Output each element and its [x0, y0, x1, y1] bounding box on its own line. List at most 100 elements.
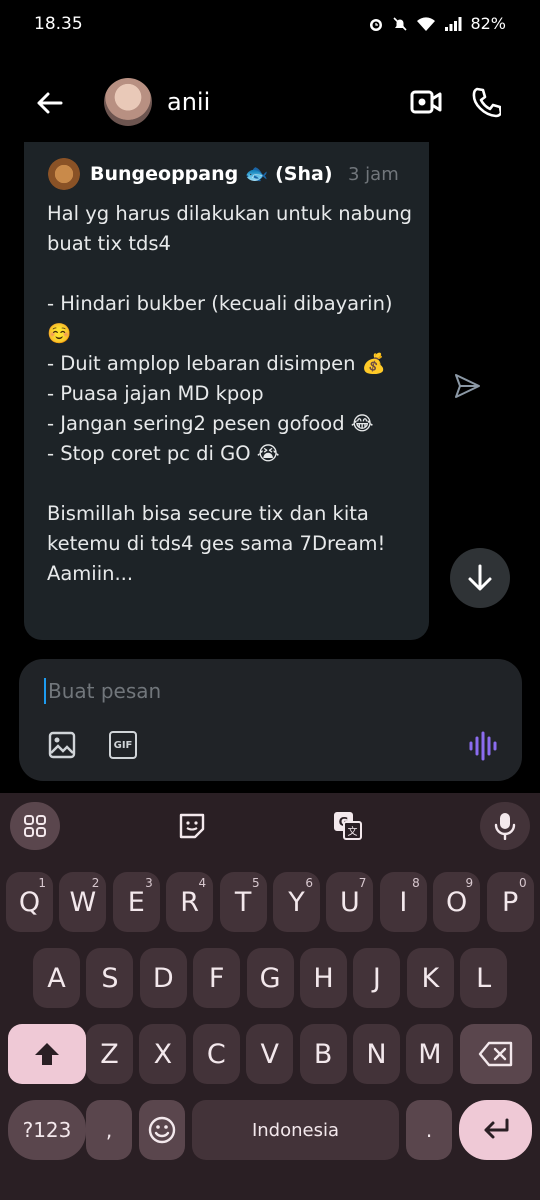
key-n[interactable]: N	[353, 1024, 400, 1084]
key-o[interactable]: O9	[433, 872, 481, 932]
key-label: P	[501, 886, 519, 918]
enter-icon	[484, 1118, 508, 1139]
back-arrow-icon[interactable]	[34, 88, 64, 122]
status-icons: 82%	[368, 14, 506, 33]
key-g[interactable]: G	[246, 948, 294, 1008]
share-send-icon[interactable]	[453, 372, 481, 404]
gif-label: GIF	[113, 739, 133, 751]
key-label: E	[127, 886, 145, 918]
status-time: 18.35	[34, 14, 83, 34]
key-r[interactable]: R4	[166, 872, 214, 932]
grid-icon	[24, 815, 46, 837]
key-w[interactable]: W2	[59, 872, 107, 932]
sticker-icon	[179, 813, 205, 839]
key-hint-number: 6	[305, 876, 313, 890]
gif-button[interactable]: GIF	[109, 731, 137, 759]
key-label: C	[206, 1038, 226, 1070]
symbols-key[interactable]: ?123	[8, 1100, 86, 1160]
alarm-icon	[370, 18, 383, 31]
key-label: H	[313, 962, 334, 994]
backspace-key[interactable]	[460, 1024, 532, 1084]
emoji-icon	[148, 1116, 176, 1144]
key-y[interactable]: Y6	[273, 872, 320, 932]
key-label: M	[418, 1038, 442, 1070]
image-icon[interactable]	[48, 731, 76, 763]
video-call-icon[interactable]	[410, 88, 442, 120]
key-p[interactable]: P0	[486, 872, 534, 932]
key-s[interactable]: S	[86, 948, 134, 1008]
key-k[interactable]: K	[406, 948, 454, 1008]
message-composer[interactable]	[19, 659, 522, 781]
key-label: U	[340, 886, 360, 918]
key-hint-number: 8	[412, 876, 420, 890]
wifi-icon	[417, 16, 436, 31]
key-label: N	[366, 1038, 387, 1070]
shift-key[interactable]	[8, 1024, 86, 1084]
key-label: S	[101, 962, 119, 994]
key-hint-number: 3	[145, 876, 153, 890]
enter-key[interactable]	[459, 1100, 532, 1160]
key-i[interactable]: I8	[379, 872, 427, 932]
key-label: Z	[100, 1038, 119, 1070]
contact-name[interactable]: anii	[167, 88, 210, 116]
svg-text:文: 文	[348, 825, 358, 838]
contact-avatar[interactable]	[104, 78, 152, 126]
key-t[interactable]: T5	[219, 872, 267, 932]
key-m[interactable]: M	[406, 1024, 454, 1084]
key-label: B	[313, 1038, 333, 1070]
key-d[interactable]: D	[139, 948, 187, 1008]
key-v[interactable]: V	[246, 1024, 294, 1084]
backspace-icon	[478, 1041, 513, 1067]
voice-input-button[interactable]	[480, 802, 530, 850]
key-label: O	[446, 886, 468, 918]
emoji-key[interactable]	[139, 1100, 185, 1160]
key-u[interactable]: U7	[326, 872, 374, 932]
key-h[interactable]: H	[300, 948, 347, 1008]
key-label: L	[476, 962, 492, 994]
key-z[interactable]: Z	[86, 1024, 133, 1084]
key-hint-number: 7	[358, 876, 367, 890]
key-a[interactable]: A	[33, 948, 80, 1008]
text-caret	[44, 678, 46, 704]
key-label: V	[260, 1038, 279, 1070]
space-key[interactable]: Indonesia	[192, 1100, 399, 1160]
key-e[interactable]: E3	[112, 872, 160, 932]
mute-bell-icon	[393, 16, 408, 31]
message-input[interactable]: Buat pesan	[48, 679, 161, 703]
status-bar: 18.35 82%	[0, 0, 540, 50]
key-hint-number: 0	[518, 876, 527, 890]
key-x[interactable]: X	[139, 1024, 187, 1084]
key-label: Q	[18, 886, 41, 918]
key-f[interactable]: F	[193, 948, 241, 1008]
key-label: Y	[288, 886, 305, 918]
signal-icon	[445, 16, 462, 31]
voice-message-icon[interactable]	[468, 731, 498, 765]
quoted-author-name: Bungeoppang 🐟 (Sha)	[90, 163, 333, 185]
key-label: R	[180, 886, 200, 918]
key-hint-number: 4	[198, 876, 207, 890]
quoted-author-avatar	[48, 158, 80, 190]
translate-button[interactable]: G文	[332, 810, 364, 842]
key-j[interactable]: J	[353, 948, 401, 1008]
translate-icon: G文	[334, 812, 362, 840]
battery-percent: 82%	[470, 14, 506, 33]
period-key[interactable]: .	[406, 1100, 452, 1160]
key-label: G	[259, 962, 281, 994]
key-hint-number: 5	[251, 876, 260, 890]
key-hint-number: 9	[465, 876, 474, 890]
key-b[interactable]: B	[299, 1024, 347, 1084]
apps-grid-button[interactable]	[10, 802, 60, 850]
comma-key[interactable]: ,	[86, 1100, 132, 1160]
quoted-timestamp: 3 jam	[348, 164, 399, 185]
key-label: T	[234, 886, 252, 918]
key-q[interactable]: Q1	[6, 872, 53, 932]
phone-call-icon[interactable]	[471, 86, 503, 122]
key-c[interactable]: C	[192, 1024, 240, 1084]
conversation-header	[0, 70, 540, 136]
key-l[interactable]: L	[460, 948, 508, 1008]
key-label: X	[153, 1038, 173, 1070]
arrow-down-icon	[468, 564, 492, 591]
sticker-button[interactable]	[176, 810, 208, 842]
key-hint-number: 2	[91, 876, 100, 890]
scroll-to-bottom-button[interactable]	[450, 548, 510, 608]
